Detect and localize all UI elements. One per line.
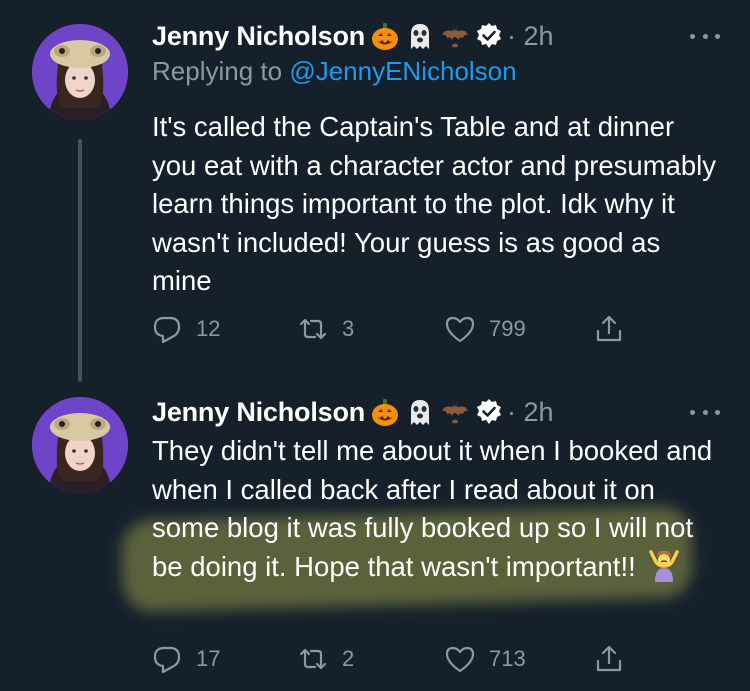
ghost-icon [405, 21, 435, 51]
tweet-text: It's called the Captain's Table and at d… [152, 111, 717, 296]
ghost-icon [405, 397, 435, 427]
replying-to: Replying to @JennyENicholson [152, 56, 517, 87]
replying-label: Replying to [152, 56, 290, 86]
heart-icon [445, 316, 475, 343]
author-name[interactable]: Jenny Nicholson [152, 21, 365, 52]
like-count: 799 [489, 316, 526, 341]
retweet-icon [299, 648, 327, 670]
like-button[interactable]: 799 [445, 312, 526, 346]
retweet-button[interactable]: 3 [298, 312, 354, 346]
like-button[interactable]: 713 [445, 642, 526, 676]
share-icon [596, 645, 622, 672]
verified-badge-icon [475, 22, 503, 50]
verified-badge-icon [475, 398, 503, 426]
tweet-text: They didn't tell me about it when I book… [152, 432, 722, 586]
retweet-count: 3 [342, 316, 355, 341]
tweet[interactable]: Jenny Nicholson [0, 380, 750, 691]
share-icon [596, 315, 622, 342]
tweet-actions: 17 2 713 [152, 642, 632, 676]
bat-icon [440, 21, 470, 51]
like-count: 713 [489, 646, 526, 671]
reply-icon [153, 316, 181, 344]
tweet-header: Jenny Nicholson · 2h [152, 392, 554, 432]
tweet[interactable]: Jenny Nicholson [0, 0, 750, 380]
timestamp[interactable]: · 2h [507, 21, 554, 52]
reply-button[interactable]: 12 [152, 312, 220, 346]
more-options-icon[interactable] [690, 26, 720, 46]
tweet-header: Jenny Nicholson · 2h [152, 16, 554, 56]
retweet-button[interactable]: 2 [298, 642, 354, 676]
tweet-text-content: They didn't tell me about it when I book… [152, 435, 713, 582]
jack-o-lantern-icon [370, 21, 400, 51]
person-shrugging-icon [647, 548, 681, 582]
reply-icon [153, 646, 181, 674]
replying-handle-link[interactable]: @JennyENicholson [289, 56, 516, 86]
retweet-count: 2 [342, 646, 355, 671]
share-button[interactable] [594, 642, 624, 676]
reply-count: 12 [196, 316, 221, 341]
jack-o-lantern-icon [370, 397, 400, 427]
bat-icon [440, 397, 470, 427]
tweet-actions: 12 3 799 [152, 312, 632, 346]
heart-icon [445, 646, 475, 673]
more-options-icon[interactable] [690, 402, 720, 422]
reply-button[interactable]: 17 [152, 642, 220, 676]
retweet-icon [299, 318, 327, 340]
reply-count: 17 [196, 646, 221, 671]
timestamp[interactable]: · 2h [507, 397, 554, 428]
avatar[interactable] [32, 397, 128, 493]
author-name[interactable]: Jenny Nicholson [152, 397, 365, 428]
avatar[interactable] [32, 24, 128, 120]
share-button[interactable] [594, 312, 624, 346]
